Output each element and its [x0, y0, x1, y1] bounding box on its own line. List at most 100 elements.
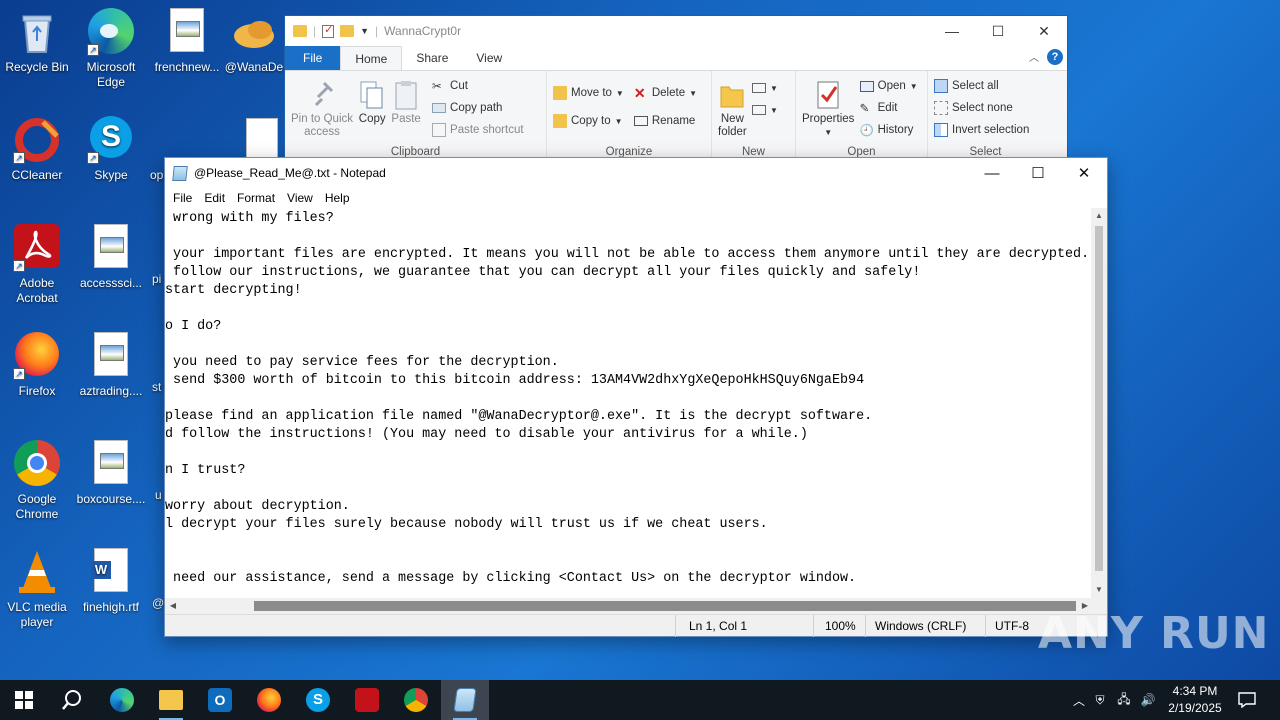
minimize-button[interactable]: — [969, 158, 1015, 188]
image-file-icon [87, 224, 135, 272]
desktop-icon-label: Firefox [18, 384, 56, 398]
menu-format[interactable]: Format [231, 188, 281, 208]
paste-button[interactable]: Paste [391, 75, 421, 126]
menu-file[interactable]: File [167, 188, 198, 208]
taskbar-chrome[interactable] [392, 680, 440, 720]
vertical-scroll-thumb[interactable] [1095, 226, 1103, 571]
clock[interactable]: 4:34 PM 2/19/2025 [1160, 683, 1230, 717]
desktop-icon-accesssci[interactable]: accesssci... [74, 224, 148, 291]
new-folder-icon[interactable] [340, 25, 355, 37]
desktop-icon-finehigh[interactable]: W finehigh.rtf [74, 548, 148, 615]
paste-shortcut-button[interactable]: Paste shortcut [432, 119, 524, 141]
desktop-icon-label: accesssci... [79, 276, 142, 290]
desktop-icon-ccleaner[interactable]: ↗ CCleaner [0, 116, 74, 183]
desktop-icon-recycle-bin[interactable]: Recycle Bin [0, 8, 74, 75]
chevron-down-icon[interactable]: ▼ [360, 26, 369, 36]
vlc-icon [13, 548, 61, 596]
desktop-icon-frenchnew[interactable]: frenchnew... [150, 8, 224, 75]
rename-button[interactable]: Rename [633, 107, 697, 135]
notifications-button[interactable] [1238, 680, 1256, 720]
properties-button[interactable]: Properties ▼ [802, 75, 854, 139]
properties-icon[interactable] [322, 23, 335, 38]
invert-selection-button[interactable]: Invert selection [934, 119, 1037, 141]
easy-access-button[interactable]: ▼ [751, 99, 778, 121]
menu-help[interactable]: Help [319, 188, 356, 208]
open-button[interactable]: Open ▼ [859, 75, 918, 97]
maximize-button[interactable]: ☐ [1015, 158, 1061, 188]
copy-button[interactable]: Copy [358, 75, 386, 126]
new-folder-button[interactable]: New folder [718, 75, 747, 139]
desktop-icon-label: aztrading.... [79, 384, 143, 398]
anyrun-watermark: ANY RUN [1038, 608, 1270, 659]
status-separator [813, 615, 814, 637]
horizontal-scroll-thumb[interactable] [254, 601, 1076, 611]
new-item-button[interactable]: ▼ [751, 77, 778, 99]
scroll-down-icon[interactable]: ▼ [1091, 582, 1107, 598]
tab-view[interactable]: View [462, 46, 516, 70]
minimize-button[interactable]: — [929, 16, 975, 46]
volume-icon[interactable]: 🔊 [1136, 693, 1160, 707]
copy-to-button[interactable]: Copy to ▼ [553, 107, 624, 135]
scroll-up-icon[interactable]: ▲ [1091, 208, 1107, 224]
taskbar-skype[interactable]: S [294, 680, 342, 720]
desktop-icon-chrome[interactable]: Google Chrome [0, 440, 74, 522]
vertical-scrollbar[interactable]: ▲ ▼ [1091, 208, 1107, 598]
explorer-window-controls: — ☐ ✕ [929, 16, 1067, 46]
text-line: you need to pay service fees for the dec… [165, 355, 559, 370]
invert-selection-icon [934, 123, 948, 137]
desktop-icon-firefox[interactable]: ↗ Firefox [0, 332, 74, 399]
pin-quick-access-button[interactable]: Pin to Quick access [291, 75, 353, 139]
close-button[interactable]: ✕ [1061, 158, 1107, 188]
search-button[interactable] [48, 680, 96, 720]
maximize-button[interactable]: ☐ [975, 16, 1021, 46]
desktop-icon-edge[interactable]: ↗ Microsoft Edge [74, 8, 148, 90]
taskbar-file-explorer[interactable] [147, 680, 195, 720]
select-all-button[interactable]: Select all [934, 75, 1037, 97]
file-explorer-icon [159, 690, 183, 710]
desktop-icon-boxcourse[interactable]: boxcourse.... [74, 440, 148, 507]
move-to-button[interactable]: Move to ▼ [553, 79, 624, 107]
desktop-icon-label: Microsoft Edge [86, 60, 136, 89]
clock-date: 2/19/2025 [1168, 701, 1222, 715]
desktop-icon-aztrading[interactable]: aztrading.... [74, 332, 148, 399]
menu-bar: File Edit Format View Help [165, 188, 1107, 208]
taskbar-notepad[interactable] [441, 680, 489, 720]
text-line: n I trust? [165, 463, 246, 478]
menu-view[interactable]: View [281, 188, 319, 208]
horizontal-scrollbar[interactable]: ◀ ▶ [165, 598, 1093, 614]
start-button[interactable] [0, 680, 48, 720]
delete-button[interactable]: ✕ Delete ▼ [634, 79, 697, 107]
desktop-icon-at[interactable]: @ [152, 596, 164, 611]
taskbar-acrobat[interactable] [343, 680, 391, 720]
text-line: worry about decryption. [165, 499, 350, 514]
taskbar-edge[interactable] [98, 680, 146, 720]
scroll-left-icon[interactable]: ◀ [165, 598, 181, 614]
collapse-ribbon-icon[interactable]: ︿ [1029, 49, 1039, 64]
security-icon[interactable]: ⛨ [1088, 693, 1112, 708]
desktop-icon-vlc[interactable]: VLC media player [0, 548, 74, 630]
show-hidden-icons-icon[interactable]: ︿ [1070, 692, 1088, 709]
history-button[interactable]: 🕘 History [860, 119, 918, 141]
copy-path-button[interactable]: Copy path [432, 97, 524, 119]
taskbar-firefox[interactable] [245, 680, 293, 720]
select-none-button[interactable]: Select none [934, 97, 1037, 119]
close-button[interactable]: ✕ [1021, 16, 1067, 46]
help-icon[interactable]: ? [1047, 49, 1063, 65]
notepad-title-bar[interactable]: @Please_Read_Me@.txt - Notepad — ☐ ✕ [165, 158, 1107, 188]
scissors-icon: ✂ [432, 81, 442, 93]
text-editor-area[interactable]: wrong with my files? your important file… [165, 208, 1093, 598]
tab-share[interactable]: Share [402, 46, 462, 70]
tab-file[interactable]: File [285, 46, 341, 70]
menu-edit[interactable]: Edit [198, 188, 231, 208]
cut-button[interactable]: ✂ Cut [432, 75, 524, 97]
taskbar-outlook[interactable]: O [196, 680, 244, 720]
desktop-icon-skype[interactable]: S ↗ Skype [74, 116, 148, 183]
quick-access-toolbar: | ▼ | WannaCrypt0r [293, 23, 461, 38]
group-open: Properties ▼ Open ▼ ✎ Edit 🕘 History Open [796, 71, 928, 159]
edit-button[interactable]: ✎ Edit [860, 97, 918, 119]
desktop-icon-acrobat[interactable]: ↗ Adobe Acrobat [0, 224, 74, 306]
tab-home[interactable]: Home [340, 46, 403, 70]
desktop-icon-wanadecryptor[interactable]: @WanaDe [224, 8, 284, 75]
chrome-icon [13, 440, 61, 488]
network-icon[interactable]: 🖧 [1112, 690, 1136, 711]
